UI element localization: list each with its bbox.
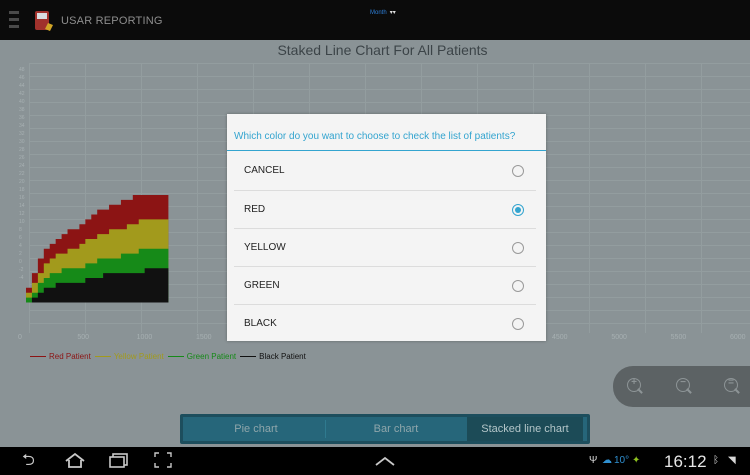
usb-icon: Ψ [589,455,598,466]
tab-pie-chart[interactable]: Pie chart [187,417,325,441]
zoom-panel: + − = [613,366,750,407]
radio-button[interactable] [512,280,524,292]
option-black[interactable]: BLACK [234,305,536,343]
legend-swatch [240,356,257,358]
radio-button[interactable] [512,318,524,330]
recent-apps-icon[interactable] [108,452,130,468]
tab-stacked-line-chart[interactable]: Stacked line chart [467,417,583,441]
option-label: RED [244,204,266,215]
legend-swatch [30,356,46,358]
legend-swatch [167,356,184,358]
color-choice-dialog: Which color do you want to choose to che… [227,114,546,341]
radio-button-selected[interactable] [512,204,524,216]
legend-item: Yellow Patient [94,352,164,361]
legend-item: Green Patient [167,352,237,361]
legend-item: Red Patient [30,352,91,361]
temperature-label: 10° [614,455,630,466]
back-icon[interactable]: ⮌ [22,453,35,469]
tab-bar-chart[interactable]: Bar chart [326,417,466,441]
wifi-icon: ◥ [728,455,736,466]
legend-label: Red Patient [49,352,91,361]
weather-icon: ☁ [602,455,612,466]
chevron-up-icon[interactable] [374,455,396,467]
radio-button[interactable] [512,242,524,254]
option-green[interactable]: GREEN [234,267,536,305]
legend-swatch [94,356,111,358]
legend-label: Yellow Patient [113,352,164,361]
option-label: BLACK [244,318,277,329]
legend-label: Black Patient [259,352,306,361]
chart-type-tabs: Pie chart Bar chart Stacked line chart [180,414,590,444]
zoom-out-icon[interactable]: − [676,377,690,392]
bluetooth-icon: ᛒ [713,455,719,466]
option-cancel[interactable]: CANCEL [234,152,536,190]
option-label: YELLOW [244,242,286,253]
android-icon: ✦ [632,455,641,466]
screenshot-icon[interactable] [154,452,172,468]
dialog-title-divider [227,150,546,151]
clock: 16:12 [664,452,707,471]
legend-item: Black Patient [240,352,306,361]
chart-legend: Red Patient Yellow Patient Green Patient Bl… [30,352,310,361]
zoom-reset-icon[interactable]: = [724,377,738,392]
option-label: GREEN [244,280,280,291]
legend-label: Green Patient [186,352,237,361]
radio-button[interactable] [512,165,524,177]
option-label: CANCEL [244,165,285,176]
option-red[interactable]: RED [234,191,536,229]
option-yellow[interactable]: YELLOW [234,229,536,267]
zoom-in-icon[interactable]: + [627,377,641,392]
dialog-title: Which color do you want to choose to che… [234,131,516,142]
home-icon[interactable] [64,452,86,468]
